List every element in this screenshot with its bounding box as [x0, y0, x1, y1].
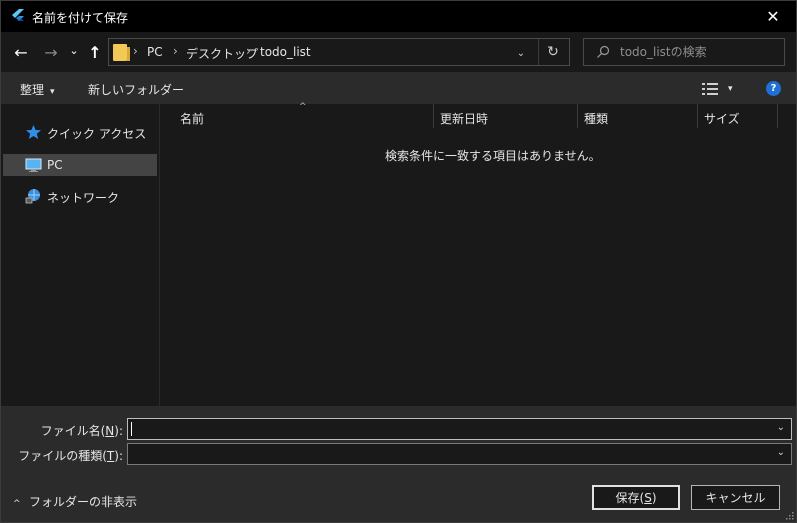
forward-button[interactable]: → — [41, 40, 61, 64]
column-header-name[interactable]: 名前 — [174, 104, 433, 130]
breadcrumb-item-pc[interactable]: PC — [147, 45, 163, 59]
sidebar-item-label: ネットワーク — [47, 191, 120, 205]
arrow-up-icon: ↑ — [88, 42, 102, 62]
filetype-label: ファイルの種類(T): — [3, 447, 123, 464]
arrow-right-icon: → — [44, 42, 58, 62]
breadcrumb-separator-icon: › — [173, 44, 178, 58]
recent-locations-button[interactable]: ⌄ — [67, 38, 81, 62]
empty-state-message: 検索条件に一致する項目はありません。 — [385, 149, 601, 163]
address-bar[interactable]: › PC › デスクトップ › todo_list ⌄ ↻ — [108, 38, 570, 66]
folder-icon — [113, 44, 130, 61]
help-icon: ? — [770, 83, 777, 94]
up-button[interactable]: ↑ — [86, 40, 104, 64]
save-as-dialog: 名前を付けて保存 ✕ ← → ⌄ ↑ › PC › デスクトップ › todo_… — [0, 0, 797, 523]
address-history-button[interactable]: ⌄ — [513, 45, 529, 61]
save-access-key: S — [644, 490, 652, 505]
caret-down-icon: ▾ — [728, 84, 733, 94]
network-icon — [25, 189, 40, 204]
chevron-down-icon[interactable]: ⌄ — [777, 422, 785, 433]
new-folder-button[interactable]: 新しいフォルダー — [88, 81, 184, 98]
filetype-label-end: ): — [114, 449, 123, 463]
refresh-icon: ↻ — [547, 44, 559, 60]
file-list: ^ 名前 更新日時 種類 サイズ 検索条件に一致する項目はありません。 — [161, 102, 796, 406]
chevron-down-icon: ⌄ — [516, 47, 526, 59]
title-bar: 名前を付けて保存 ✕ — [1, 1, 796, 32]
cancel-label: キャンセル — [705, 491, 766, 505]
navigation-pane: クイック アクセス PC ネットワーク — [1, 104, 160, 406]
save-button[interactable]: 保存(S) — [592, 485, 680, 510]
column-divider[interactable] — [777, 104, 778, 128]
pc-icon — [25, 158, 42, 172]
filename-label-end: ): — [114, 424, 123, 438]
new-folder-label: 新しいフォルダー — [88, 83, 185, 97]
filetype-label-text: ファイルの種類( — [18, 449, 107, 463]
change-view-button[interactable]: ▾ — [702, 80, 742, 98]
text-cursor — [131, 422, 132, 436]
navigation-bar: ← → ⌄ ↑ › PC › デスクトップ › todo_list ⌄ ↻ — [1, 32, 796, 72]
organize-label: 整理 — [20, 83, 45, 97]
filename-label-text: ファイル名( — [40, 424, 106, 438]
app-logo-icon — [12, 9, 24, 21]
details-view-icon — [702, 83, 718, 95]
search-box[interactable] — [583, 38, 785, 66]
divider — [538, 39, 539, 65]
close-icon: ✕ — [766, 7, 780, 26]
breadcrumb-separator-icon: › — [133, 44, 138, 58]
arrow-left-icon: ← — [14, 42, 28, 62]
filename-field[interactable]: ⌄ — [127, 418, 792, 440]
filetype-select[interactable]: ⌄ — [127, 443, 792, 465]
command-bar: 整理 ▾ 新しいフォルダー ▾ ? — [1, 72, 796, 104]
caret-down-icon: ▾ — [50, 87, 55, 97]
search-input[interactable] — [620, 43, 780, 61]
hide-folders-label: フォルダーの非表示 — [29, 495, 138, 509]
chevron-up-icon: ^ — [13, 499, 21, 509]
column-header-label: 種類 — [584, 112, 609, 126]
filename-access-key: N — [105, 424, 115, 438]
star-icon — [26, 125, 41, 139]
hide-folders-button[interactable]: ^ フォルダーの非表示 — [13, 493, 137, 510]
sidebar-item-quick-access[interactable]: クイック アクセス — [3, 121, 157, 143]
column-header-type[interactable]: 種類 — [578, 104, 697, 130]
column-header-label: サイズ — [704, 112, 740, 126]
column-header-date-modified[interactable]: 更新日時 — [434, 104, 577, 130]
sidebar-item-label: PC — [47, 158, 63, 172]
column-header-size[interactable]: サイズ — [698, 104, 777, 130]
organize-menu[interactable]: 整理 ▾ — [20, 81, 55, 98]
column-header-label: 更新日時 — [440, 112, 489, 126]
chevron-down-icon: ⌄ — [69, 43, 79, 57]
resize-grip-icon[interactable] — [784, 510, 794, 520]
breadcrumb-item-todo-list[interactable]: todo_list — [260, 45, 311, 59]
filename-label: ファイル名(N): — [3, 422, 123, 439]
refresh-button[interactable]: ↻ — [543, 43, 563, 61]
save-options-panel: ファイル名(N): ⌄ ファイルの種類(T): ⌄ ^ フォルダーの非表示 保存(… — [1, 406, 796, 522]
close-button[interactable]: ✕ — [750, 1, 796, 32]
save-label: 保存( — [615, 491, 645, 505]
help-button[interactable]: ? — [766, 81, 781, 96]
save-label-end: ) — [651, 490, 657, 505]
cancel-button[interactable]: キャンセル — [691, 485, 780, 510]
back-button[interactable]: ← — [11, 40, 31, 64]
sidebar-item-label: クイック アクセス — [47, 127, 147, 141]
window-title: 名前を付けて保存 — [32, 11, 129, 25]
chevron-down-icon: ⌄ — [776, 447, 785, 458]
sidebar-item-network[interactable]: ネットワーク — [3, 185, 157, 207]
breadcrumb-separator-icon: › — [246, 44, 251, 58]
sidebar-item-pc[interactable]: PC — [3, 154, 157, 176]
search-icon — [597, 45, 610, 58]
column-header-label: 名前 — [180, 112, 205, 126]
